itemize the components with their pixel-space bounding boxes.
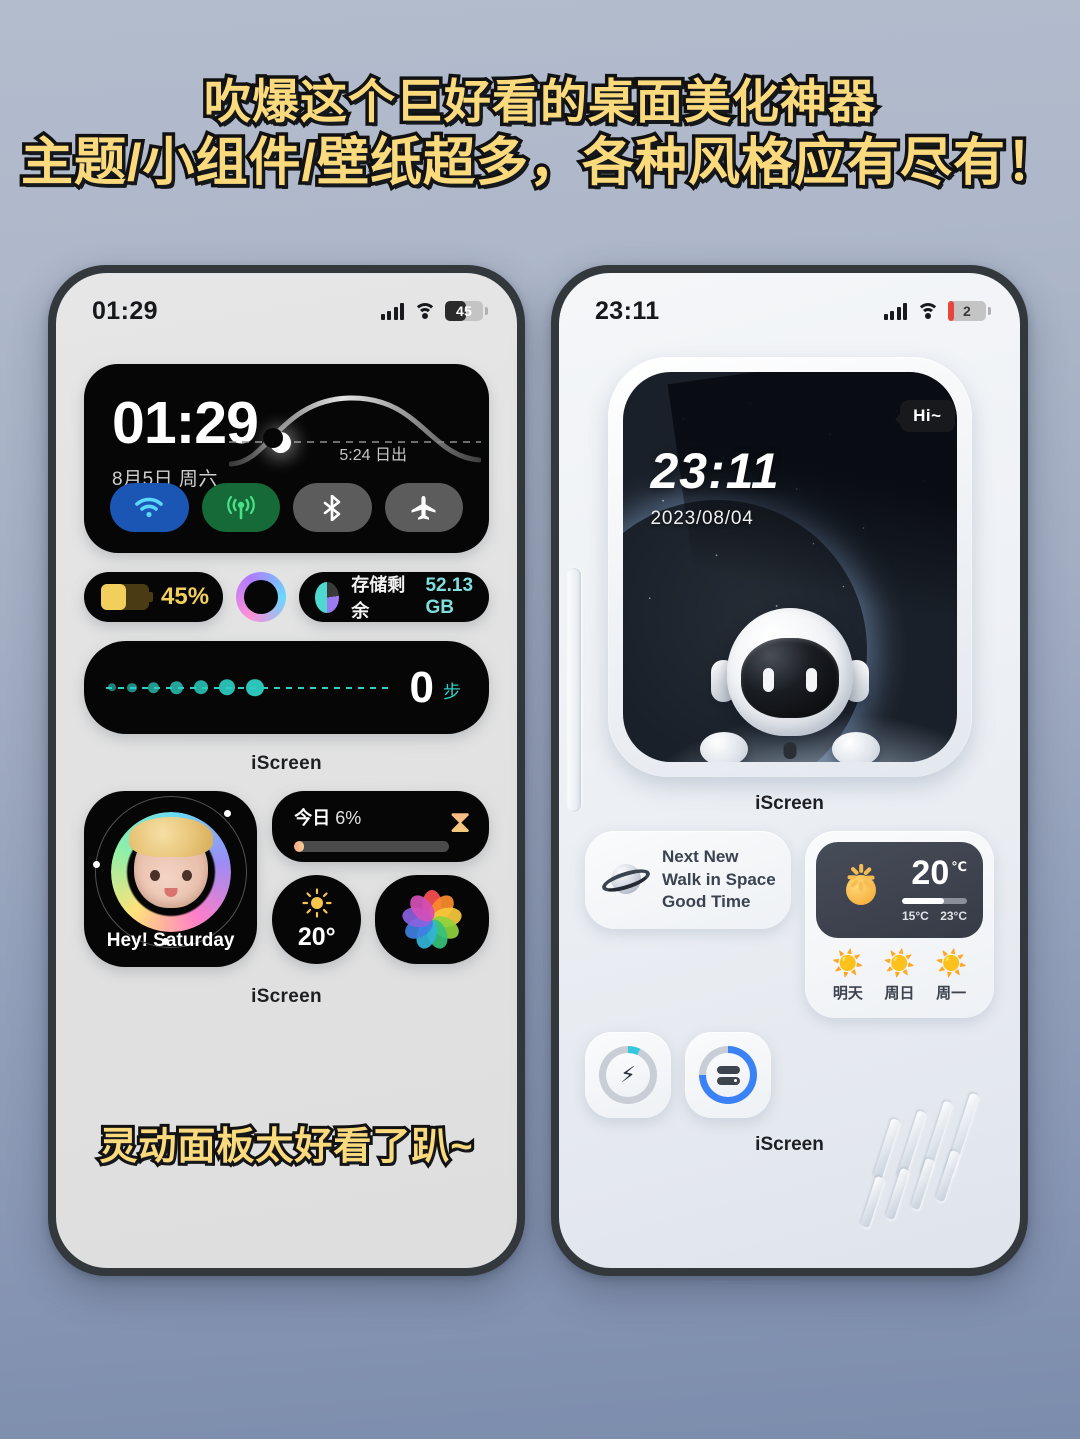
wifi-toggle[interactable]	[110, 483, 189, 532]
battery-widget[interactable]: 45%	[84, 572, 223, 622]
phone-screen-left: 01:29 45 01:29 8月5日 周六 5:24 日出 45% 存储剩余 …	[56, 273, 517, 1268]
space-clock-widget[interactable]: 23:11 2023/08/04 Hi~	[607, 357, 972, 777]
storage-label: 存储剩余	[351, 575, 406, 621]
space-note-line-2: Walk in Space	[662, 869, 776, 889]
today-progress-widget[interactable]: 今日 6% ⧗	[272, 791, 489, 862]
steps-widget[interactable]: 0 步	[84, 641, 489, 734]
decorative-stripes	[860, 1092, 986, 1229]
space-clock-time: 23:11	[650, 443, 780, 499]
battery-level-label: 2	[963, 303, 971, 319]
battery-percent-label: 45%	[161, 583, 210, 610]
today-percent: 6%	[335, 808, 362, 828]
battery-icon: 45	[445, 301, 488, 321]
photos-widget[interactable]	[375, 875, 489, 964]
steps-unit: 步	[443, 682, 461, 702]
weather-low: 15°C	[902, 909, 929, 924]
forecast-day: ☀️ 明天	[832, 950, 864, 1003]
weather-widget[interactable]: 20 ℃ 15°C 23°C ☀️ 明天 ☀️ 周日 ☀️ 周一	[805, 831, 994, 1018]
storage-progress-ring	[699, 1046, 757, 1104]
storage-ring-widget[interactable]	[685, 1032, 771, 1118]
astronaut-icon	[698, 608, 882, 762]
memoji-widget[interactable]: Hey! Saturday	[84, 791, 258, 967]
headline-line-1: 吹爆这个巨好看的桌面美化神器	[201, 71, 879, 131]
iscreen-tag-top-right: iScreen	[755, 793, 824, 814]
iscreen-tag-bottom-left: iScreen	[251, 986, 322, 1007]
page-title: 吹爆这个巨好看的桌面美化神器 主题/小组件/壁纸超多，各种风格应有尽有！	[0, 71, 1080, 197]
wifi-icon	[135, 497, 164, 518]
forecast-day: ☀️ 周日	[883, 950, 915, 1003]
temperature-widget[interactable]: 20°	[272, 875, 362, 964]
battery-icon: 2	[948, 301, 991, 321]
airplane-toggle[interactable]	[384, 483, 463, 532]
quick-toggles-row	[110, 483, 463, 532]
iscreen-tag-top-left: iScreen	[251, 753, 322, 774]
speech-bubble: Hi~	[895, 400, 955, 432]
bottom-widgets-left: Hey! Saturday 今日 6% ⧗ 20°	[84, 791, 489, 967]
status-bar-right: 23:11 2	[559, 273, 1020, 335]
status-time: 01:29	[92, 296, 158, 325]
battery-glyph-icon	[101, 584, 153, 610]
steps-count: 0	[409, 662, 434, 712]
stats-row: 45% 存储剩余 52.13 GB	[84, 572, 489, 622]
sun-emoji-icon: ☀️	[831, 948, 865, 978]
bluetooth-toggle[interactable]	[293, 483, 372, 532]
weather-high: 23°C	[940, 909, 967, 924]
signal-bars-icon	[883, 302, 907, 320]
space-note-line-1: Next New	[662, 847, 739, 867]
bluetooth-icon	[323, 494, 341, 521]
today-progress-bar	[294, 841, 450, 852]
signal-bars-icon	[380, 302, 404, 320]
crescent-moon-icon	[263, 428, 291, 453]
cellular-signal-icon	[226, 495, 255, 519]
forecast-day-label: 明天	[832, 985, 863, 1002]
headline-line-2: 主题/小组件/壁纸超多，各种风格应有尽有！	[18, 131, 1062, 196]
gradient-ring-icon[interactable]	[236, 572, 286, 622]
space-note-widget[interactable]: Next New Walk in Space Good Time	[585, 831, 791, 929]
status-time: 23:11	[595, 296, 660, 325]
memoji-face-icon	[128, 817, 213, 909]
phone-mockup-right: 23:11 2 23:11 2023/08/04 Hi~ iScreen Nex…	[551, 265, 1028, 1276]
sun-emoji-icon: ☀️	[934, 948, 968, 978]
battery-progress-ring: ⚡	[599, 1046, 657, 1104]
wifi-icon	[916, 302, 939, 320]
weather-forecast-row: ☀️ 明天 ☀️ 周日 ☀️ 周一	[816, 938, 983, 1007]
status-bar-left: 01:29 45	[56, 273, 517, 335]
lightning-bolt-icon: ⚡	[620, 1062, 636, 1087]
caption-text: 灵动面板太好看了趴~	[96, 1123, 475, 1171]
battery-level-label: 45	[456, 303, 472, 319]
steps-dots	[108, 678, 264, 697]
storage-value: 52.13 GB	[425, 575, 474, 618]
hard-drive-icon	[716, 1065, 740, 1085]
space-note-line-3: Good Time	[662, 892, 751, 912]
photos-app-icon	[400, 889, 464, 951]
phone-mockup-left: 01:29 45 01:29 8月5日 周六 5:24 日出 45% 存储剩余 …	[48, 265, 525, 1276]
phone-screen-right: 23:11 2 23:11 2023/08/04 Hi~ iScreen Nex…	[559, 273, 1020, 1268]
wifi-icon	[413, 302, 436, 320]
temperature-range-bar	[902, 898, 967, 905]
space-clock-date: 2023/08/04	[650, 508, 754, 529]
clock-control-widget[interactable]: 01:29 8月5日 周六 5:24 日出	[84, 364, 489, 553]
pie-chart-icon	[315, 581, 340, 613]
memoji-label: Hey! Saturday	[106, 930, 235, 951]
forecast-day: ☀️ 周一	[935, 950, 967, 1003]
temperature-value: 20°	[297, 922, 336, 951]
storage-widget[interactable]: 存储剩余 52.13 GB	[299, 572, 489, 622]
forecast-day-label: 周日	[884, 985, 915, 1002]
sun-icon	[832, 861, 890, 919]
steps-track	[106, 678, 390, 697]
sun-icon	[302, 887, 332, 918]
weather-temperature: 20	[911, 853, 950, 892]
battery-ring-widget[interactable]: ⚡	[585, 1032, 671, 1118]
sunrise-label: 5:24 日出	[339, 447, 407, 464]
forecast-day-label: 周一	[936, 985, 967, 1002]
today-label: 今日	[294, 808, 331, 828]
sun-emoji-icon: ☀️	[883, 948, 916, 978]
weather-unit: ℃	[951, 858, 967, 874]
airplane-icon	[411, 495, 436, 520]
cellular-toggle[interactable]	[201, 483, 280, 532]
saturn-planet-icon	[599, 860, 653, 900]
hourglass-icon: ⧗	[449, 804, 471, 839]
